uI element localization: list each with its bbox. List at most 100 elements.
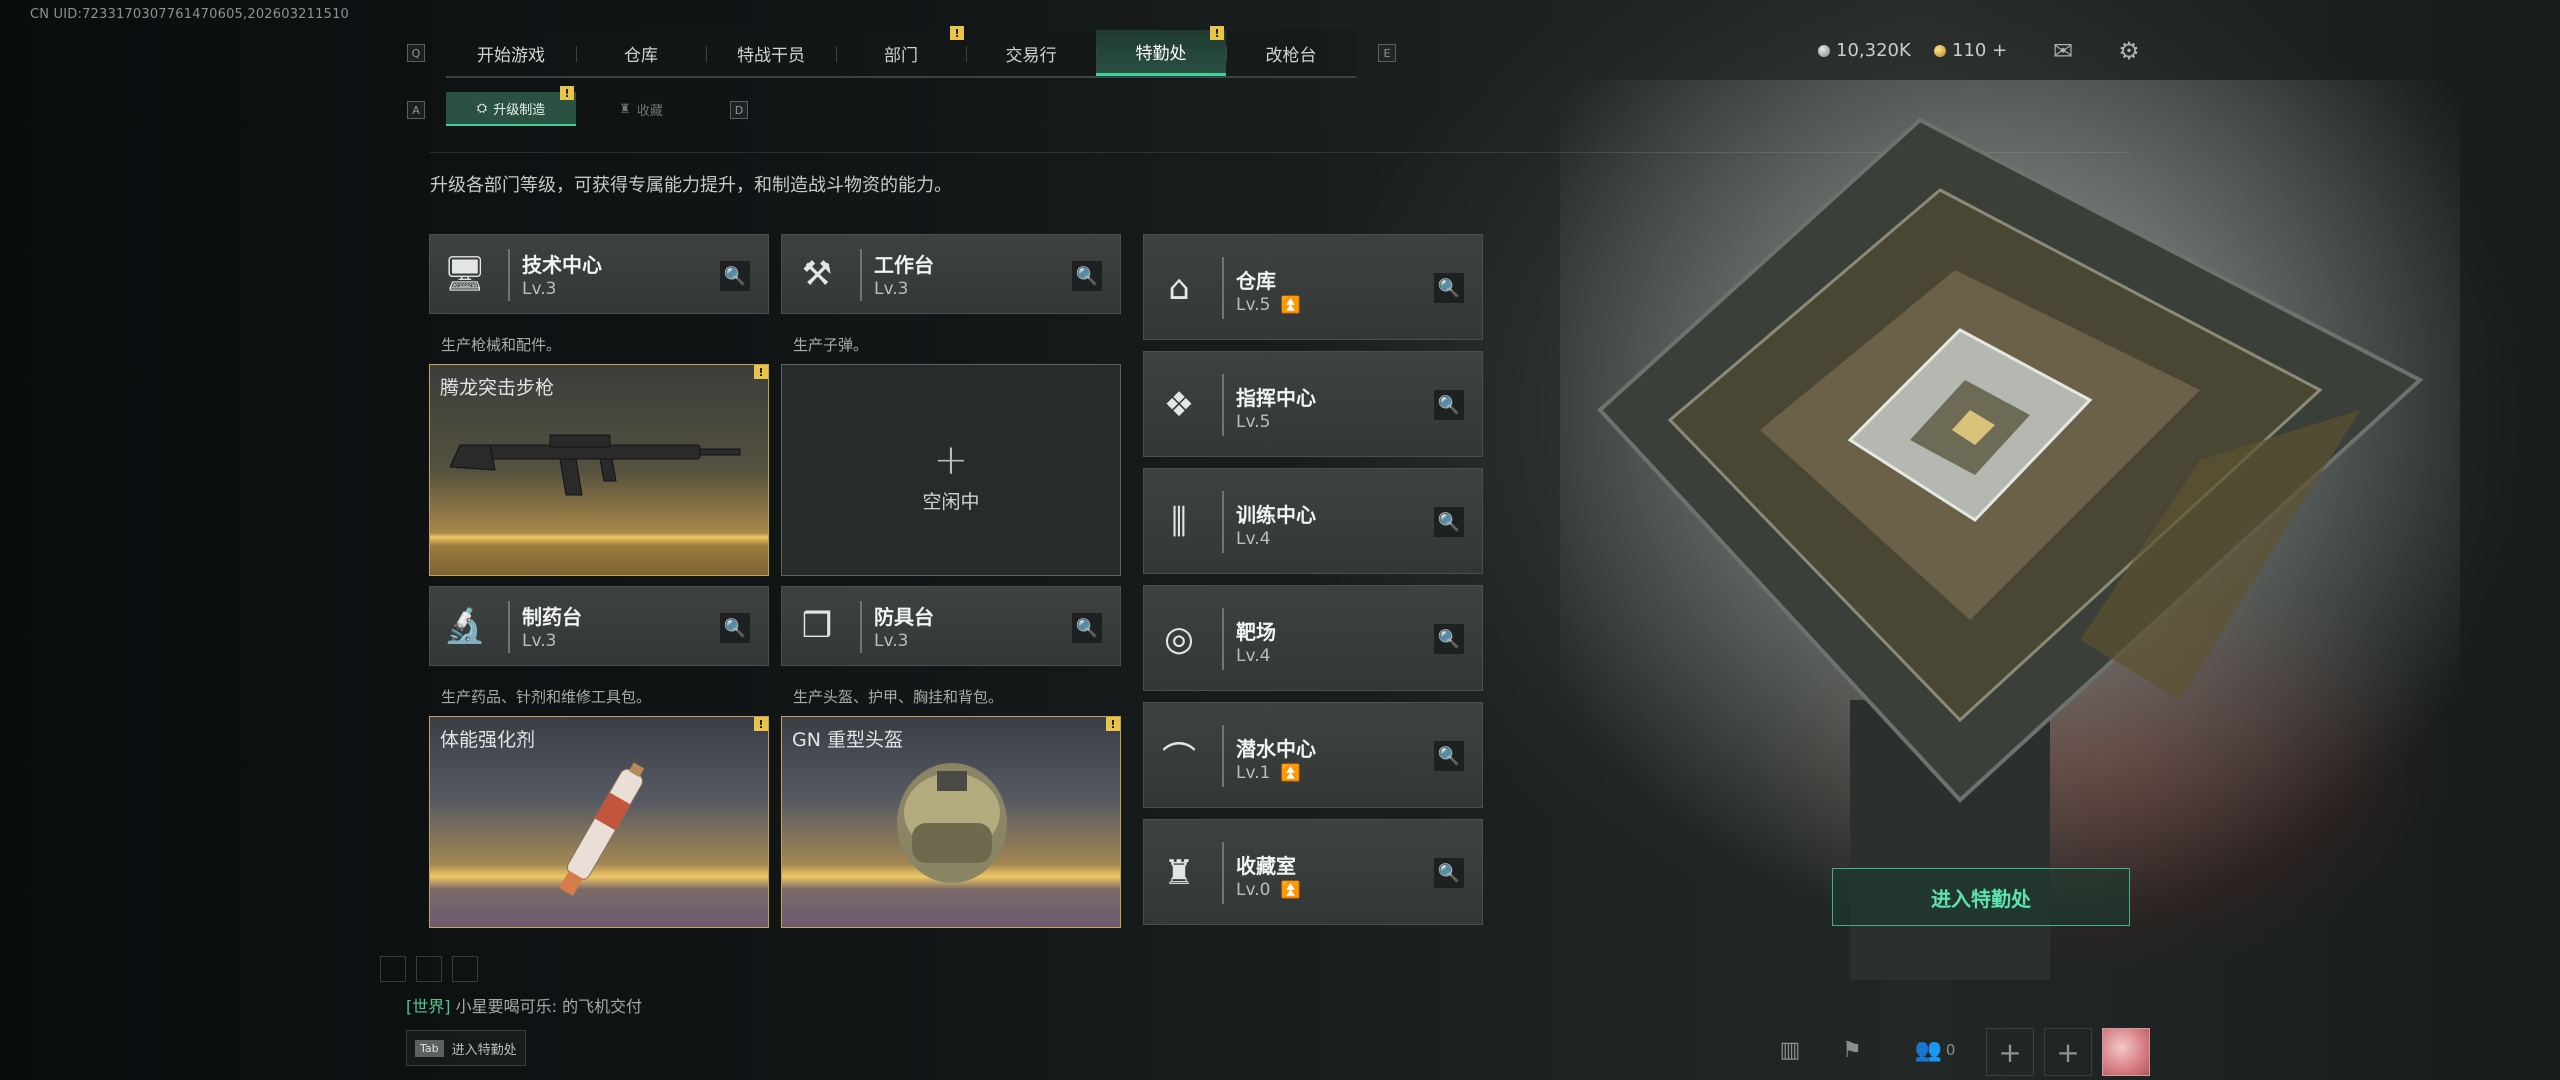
notification-badge: ! [560,86,574,100]
add-slot-button[interactable]: + [2044,1028,2092,1076]
dept-card-workbench[interactable]: ⚒ 工作台 Lv.3 🔍 [781,234,1121,314]
upgrade-arrow-icon: ⏫ [1280,763,1301,782]
dept-level: Lv.3 [522,279,557,299]
dept-level: Lv.0 [1236,880,1271,900]
silver-amount: 10,320K [1836,40,1911,61]
dept-level-row: Lv.0 ⏫ [1236,880,1300,900]
target-icon: ◎ [1164,619,1194,659]
production-slot-helmet[interactable]: GN 重型头盔 ! [781,716,1121,928]
dept-name: 制药台 [522,605,582,629]
search-icon[interactable]: 🔍 [1434,507,1464,537]
search-icon[interactable]: 🔍 [1434,624,1464,654]
search-icon[interactable]: 🔍 [1434,741,1464,771]
nav-next-key[interactable]: E [1378,44,1396,62]
hint-label: 进入特勤处 [451,1042,517,1058]
dept-card-warehouse[interactable]: ⌂ 仓库 Lv.5 ⏫ 🔍 [1143,234,1483,340]
enter-special-ops-button[interactable]: 进入特勤处 [1832,868,2130,926]
dept-card-shooting-range[interactable]: ◎ 靶场 Lv.4 🔍 [1143,585,1483,691]
search-icon[interactable]: 🔍 [1434,390,1464,420]
chat-tool-slot[interactable] [380,956,406,982]
dept-name: 技术中心 [522,253,602,277]
production-slot-stim[interactable]: 体能强化剂 ! [429,716,769,928]
dept-description: 生产子弹。 [793,336,869,354]
tab-operators[interactable]: 特战干员 [706,30,836,76]
notification-badge: ! [1106,717,1120,731]
subtab-upgrade-craft[interactable]: ⛭ 升级制造 ! [446,86,576,126]
slot-item-name: 腾龙突击步枪 [440,377,555,399]
chat-tool-slot[interactable] [452,956,478,982]
dept-card-diving-center[interactable]: ⌒ 潜水中心 Lv.1 ⏫ 🔍 [1143,702,1483,808]
warehouse-icon: ⌂ [1168,268,1190,308]
helmet-icon [897,763,1007,883]
gold-coin-icon [1934,44,1946,57]
notification-badge: ! [754,717,768,731]
subtab-collection[interactable]: ♜ 收藏 [576,92,706,126]
dept-card-pharmacy[interactable]: 🔬 制药台 Lv.3 🔍 [429,586,769,666]
production-slot-rifle[interactable]: 腾龙突击步枪 ! [429,364,769,576]
dept-card-armor-bench[interactable]: ❒ 防具台 Lv.3 🔍 [781,586,1121,666]
dept-level: Lv.3 [874,631,909,651]
special-ops-cube-scene [1560,80,2460,980]
production-slot-idle[interactable]: + 空闲中 [781,364,1121,576]
tab-hint[interactable]: Tab 进入特勤处 [406,1030,526,1066]
tab-label: 部门 [884,45,918,66]
slot-item-name: 体能强化剂 [440,729,536,751]
dept-card-collection-room[interactable]: ♜ 收藏室 Lv.0 ⏫ 🔍 [1143,819,1483,925]
chat-message[interactable]: [世界] 小星要喝可乐: 的飞机交付 [406,993,642,1017]
dept-name: 工作台 [874,253,934,277]
notification-badge: ! [754,365,768,379]
settings-gear-icon[interactable]: ⚙ [2114,36,2144,66]
tab-gunsmith[interactable]: 改枪台 [1226,30,1356,76]
trophy-icon: ♜ [1163,853,1195,893]
search-icon[interactable]: 🔍 [1434,273,1464,303]
add-slot-button[interactable]: + [1986,1028,2034,1076]
friends-icon: 👥 [1914,1037,1942,1063]
dept-level: Lv.1 [1236,763,1271,783]
friends-count: 0 [1945,1041,1956,1059]
gold-currency[interactable]: 110 + [1934,40,2007,61]
dept-card-command-center[interactable]: ❖ 指挥中心 Lv.5 🔍 [1143,351,1483,457]
dept-card-training-center[interactable]: ⫼ 训练中心 Lv.4 🔍 [1143,468,1483,574]
dept-level: Lv.4 [1236,529,1271,549]
dept-name: 收藏室 [1236,854,1296,878]
search-icon[interactable]: 🔍 [1072,261,1102,291]
tab-start-game[interactable]: 开始游戏 [446,30,576,76]
nav-prev-key[interactable]: Q [407,44,425,62]
dept-card-tech-center[interactable]: 🖥 技术中心 Lv.3 🔍 [429,234,769,314]
dept-level: Lv.3 [874,279,909,299]
stats-icon[interactable]: ▥ [1774,1034,1806,1066]
dept-description: 生产枪械和配件。 [441,336,562,354]
tab-department[interactable]: 部门! [836,26,966,76]
add-icon[interactable]: + [782,435,1120,484]
search-icon[interactable]: 🔍 [720,261,750,291]
tab-label: 交易行 [1005,45,1057,66]
search-icon[interactable]: 🔍 [720,613,750,643]
tab-label: 开始游戏 [477,45,545,66]
silver-currency[interactable]: 10,320K [1818,40,1911,61]
notification-badge: ! [950,26,964,40]
search-icon[interactable]: 🔍 [1072,613,1102,643]
dept-name: 防具台 [874,605,934,629]
tab-trading[interactable]: 交易行 [966,30,1096,76]
friends-button[interactable]: 👥 0 [1910,1034,1960,1066]
tab-warehouse[interactable]: 仓库 [576,30,706,76]
dept-level-row: Lv.5 ⏫ [1236,295,1300,315]
subnav-prev-key[interactable]: A [407,101,425,119]
avatar[interactable] [2102,1028,2150,1076]
flag-icon[interactable]: ⚑ [1836,1034,1868,1066]
dept-name: 指挥中心 [1236,386,1316,410]
chat-tool-slot[interactable] [416,956,442,982]
dumbbell-icon: ⫼ [1171,502,1187,542]
tab-label: 改枪台 [1265,45,1317,66]
page-description: 升级各部门等级，可获得专属能力提升，和制造战斗物资的能力。 [430,175,952,196]
rifle-icon [450,434,741,496]
command-icon: ❖ [1163,385,1195,425]
mail-icon[interactable]: ✉ [2048,36,2078,66]
dept-name: 训练中心 [1236,503,1316,527]
dept-description: 生产头盔、护甲、胸挂和背包。 [793,688,1004,706]
search-icon[interactable]: 🔍 [1434,858,1464,888]
main-nav: 开始游戏 仓库 特战干员 部门! 交易行 特勤处! 改枪台 [446,26,1356,78]
subnav-next-key[interactable]: D [730,101,748,119]
tab-special-ops[interactable]: 特勤处! [1096,26,1226,76]
microscope-icon: 🔬 [443,606,487,646]
